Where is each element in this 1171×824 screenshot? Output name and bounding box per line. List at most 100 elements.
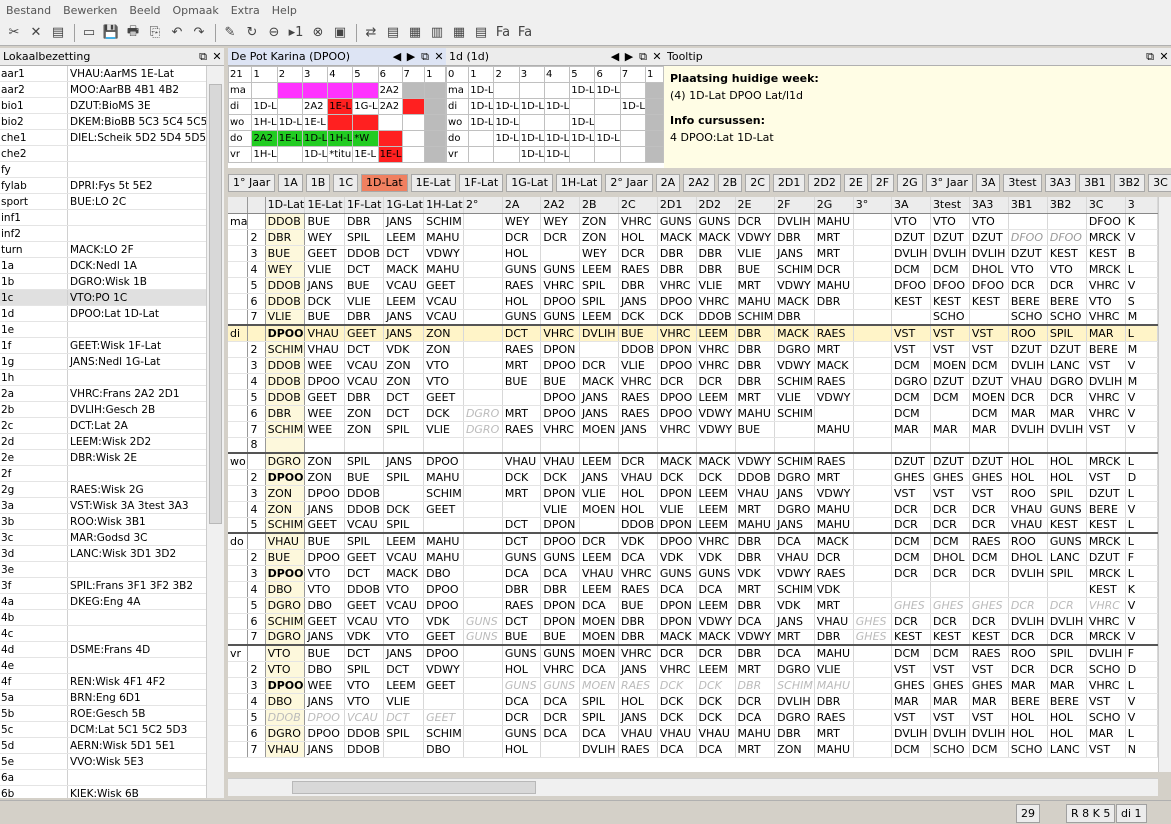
lesson-cell[interactable]: VCAU: [423, 309, 464, 326]
lesson-cell[interactable]: DCR: [891, 565, 931, 582]
lesson-cell[interactable]: [657, 437, 697, 454]
pin-icon[interactable]: ⧉: [1143, 50, 1157, 64]
mini-cell[interactable]: [644, 146, 664, 163]
lesson-cell[interactable]: [853, 693, 892, 710]
lesson-cell[interactable]: VST: [930, 709, 970, 726]
lesson-cell[interactable]: DCM: [969, 549, 1009, 566]
lesson-cell[interactable]: MOEN: [579, 421, 619, 438]
lesson-cell[interactable]: DCA: [579, 597, 619, 614]
lesson-cell[interactable]: JANS: [774, 517, 815, 534]
lesson-cell[interactable]: DCR: [930, 501, 970, 518]
lesson-cell[interactable]: VLIE: [814, 661, 854, 678]
lesson-cell[interactable]: V: [1125, 405, 1158, 422]
lesson-cell[interactable]: DCR: [1008, 661, 1048, 678]
list-item[interactable]: 4c: [0, 626, 206, 642]
lesson-cell[interactable]: ZON: [304, 469, 345, 486]
lesson-cell[interactable]: KEST: [1086, 517, 1126, 534]
lesson-cell[interactable]: DBR: [265, 229, 306, 246]
lesson-cell[interactable]: DBR: [774, 725, 815, 742]
lesson-cell[interactable]: SPIL: [579, 277, 619, 294]
column-header[interactable]: 1G-Lat: [383, 197, 425, 214]
lesson-cell[interactable]: MAHU: [814, 421, 854, 438]
lesson-cell[interactable]: DCA: [696, 741, 736, 758]
lesson-cell[interactable]: DVLIH: [969, 245, 1009, 262]
toolbar-button-icon[interactable]: ✎: [220, 23, 240, 43]
lesson-cell[interactable]: MAHU: [814, 501, 854, 518]
lesson-cell[interactable]: MAR: [969, 421, 1009, 438]
lesson-cell[interactable]: DPOO: [657, 293, 697, 310]
lesson-cell[interactable]: DVLIH: [774, 693, 815, 710]
lesson-cell[interactable]: [463, 341, 503, 358]
lesson-cell[interactable]: GHES: [969, 469, 1009, 486]
mini-cell[interactable]: [424, 130, 446, 147]
column-header[interactable]: 2A2: [540, 197, 581, 214]
lesson-cell[interactable]: [423, 437, 464, 454]
mini-cell[interactable]: 1D-L: [543, 146, 571, 163]
lesson-cell[interactable]: RAES: [502, 341, 542, 358]
lesson-cell[interactable]: N: [1125, 741, 1158, 758]
lesson-cell[interactable]: [463, 693, 503, 710]
lesson-cell[interactable]: LEEM: [696, 485, 736, 502]
column-header[interactable]: 1F-Lat: [344, 197, 385, 214]
lesson-cell[interactable]: SPIL: [579, 709, 619, 726]
lesson-cell[interactable]: DGRO: [463, 405, 503, 422]
lesson-cell[interactable]: DPOO: [657, 532, 697, 550]
lesson-cell[interactable]: VLIE: [657, 501, 697, 518]
lesson-cell[interactable]: DCR: [969, 501, 1009, 518]
lesson-cell[interactable]: JANS: [304, 693, 345, 710]
lesson-cell[interactable]: [891, 309, 931, 326]
lesson-cell[interactable]: [463, 725, 503, 742]
lesson-cell[interactable]: VHRC: [1086, 309, 1126, 326]
lesson-cell[interactable]: JANS: [383, 452, 425, 470]
lesson-cell[interactable]: MAR: [930, 421, 970, 438]
lesson-cell[interactable]: DCT: [344, 565, 385, 582]
lesson-cell[interactable]: MACK: [774, 324, 815, 342]
lesson-cell[interactable]: KEST: [1047, 517, 1087, 534]
mini-cell[interactable]: [424, 114, 446, 131]
lesson-cell[interactable]: DCK: [657, 709, 697, 726]
tab-2b[interactable]: 2B: [717, 174, 743, 192]
lesson-cell[interactable]: [618, 437, 658, 454]
lesson-cell[interactable]: VDWY: [774, 357, 815, 374]
mini-cell[interactable]: [619, 130, 646, 147]
lesson-cell[interactable]: ZON: [579, 213, 619, 230]
mini-cell[interactable]: 1E-L: [301, 114, 329, 131]
lesson-cell[interactable]: VHAU: [304, 341, 345, 358]
lesson-cell[interactable]: ROO: [1008, 532, 1048, 550]
lesson-cell[interactable]: V: [1125, 597, 1158, 614]
tab-1jaar[interactable]: 1° Jaar: [228, 174, 276, 192]
lesson-cell[interactable]: [696, 437, 736, 454]
lesson-cell[interactable]: MRT: [814, 469, 854, 486]
lesson-cell[interactable]: DCM: [891, 261, 931, 278]
lesson-cell[interactable]: DCA: [540, 565, 581, 582]
lesson-cell[interactable]: DZUT: [1047, 341, 1087, 358]
lesson-cell[interactable]: MAHU: [423, 261, 464, 278]
lesson-cell[interactable]: DPOO: [423, 581, 464, 598]
pin-icon[interactable]: ⧉: [636, 50, 650, 64]
close-icon[interactable]: ✕: [432, 50, 446, 63]
lesson-cell[interactable]: SCHIM: [265, 517, 306, 534]
lesson-cell[interactable]: DPOO: [304, 485, 345, 502]
lesson-cell[interactable]: VCAU: [423, 293, 464, 310]
lesson-cell[interactable]: DDOB: [618, 341, 658, 358]
lesson-cell[interactable]: MAR: [1086, 324, 1126, 342]
list-item[interactable]: fy: [0, 162, 206, 178]
list-item[interactable]: 5b ROE:Gesch 5B: [0, 706, 206, 722]
lesson-cell[interactable]: MRT: [502, 357, 542, 374]
lesson-cell[interactable]: DZUT: [930, 452, 970, 470]
lesson-cell[interactable]: SCHO: [1047, 309, 1087, 326]
lesson-cell[interactable]: VST: [930, 341, 970, 358]
list-item[interactable]: bio1 DZUT:BioMS 3E: [0, 98, 206, 114]
lesson-cell[interactable]: RAES: [618, 261, 658, 278]
toolbar-button-icon[interactable]: ⎘: [145, 23, 165, 43]
lesson-cell[interactable]: DCR: [502, 709, 542, 726]
mini-cell[interactable]: 1D-L: [518, 146, 545, 163]
lesson-cell[interactable]: GUNS: [540, 309, 581, 326]
tab-2f[interactable]: 2F: [870, 174, 895, 192]
list-item[interactable]: 3e: [0, 562, 206, 578]
lesson-cell[interactable]: DVLIH: [1008, 565, 1048, 582]
column-header[interactable]: 3: [1125, 197, 1158, 214]
lesson-cell[interactable]: DCK: [696, 693, 736, 710]
mini-cell[interactable]: [569, 98, 596, 115]
toolbar-button-icon[interactable]: ✂: [4, 23, 24, 43]
